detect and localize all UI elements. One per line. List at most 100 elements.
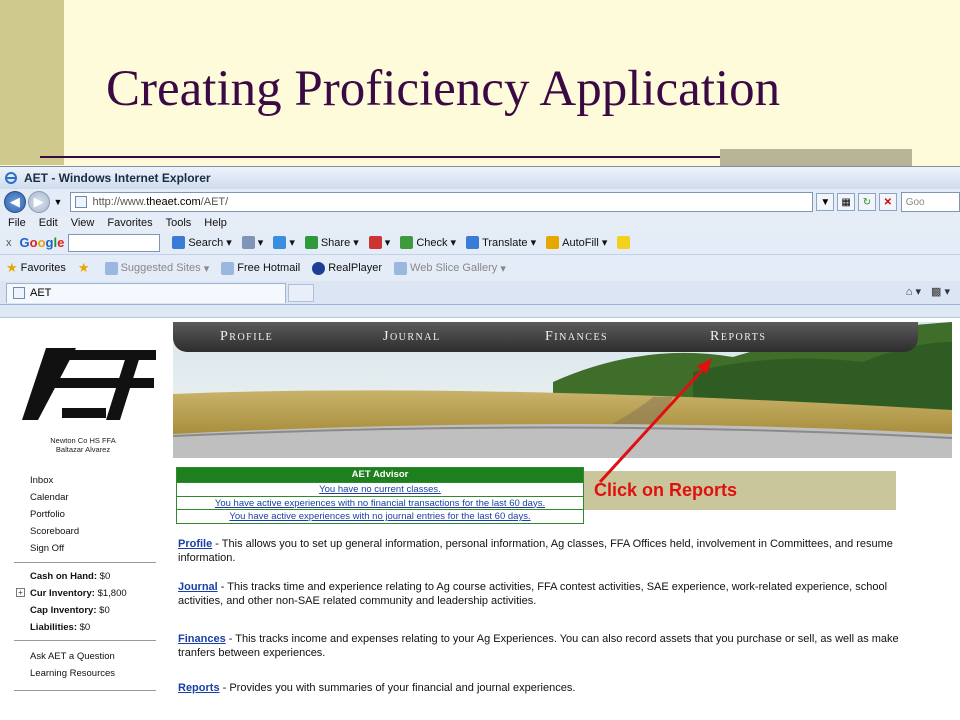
tab-journal[interactable]: Journal [383,329,441,345]
spellcheck-icon [400,236,414,249]
url-dropdown-button[interactable]: ▼ [816,193,835,211]
translate-icon [466,236,480,249]
description-journal: Journal - This tracks time and experienc… [178,581,888,607]
learning-resources-link[interactable]: Learning Resources [30,665,115,682]
finance-row[interactable]: Cur Inventory: $1,800 [30,585,127,602]
toolbar-options-button[interactable]: ▾ [241,236,263,249]
popup-blocker-button[interactable]: ▾ [368,236,390,249]
finance-row: Cap Inventory: $0 [30,605,110,616]
share-button[interactable]: Share ▾ [304,236,359,249]
finances-link[interactable]: Finances [178,633,226,645]
browser-content: Newton Co HS FFA Baltazar Alvarez Inbox … [0,317,960,720]
tab-bar: AET ⌂ ▾ ▩ ▾ [0,281,960,305]
share-icon [304,236,318,249]
google-logo: Google [19,235,65,250]
add-favorite-button[interactable]: ★ [78,260,93,276]
stop-button[interactable]: ✕ [878,193,897,211]
refresh-button[interactable]: ↻ [858,193,876,211]
advisor-link[interactable]: You have active experiences with no jour… [177,509,583,523]
advisor-link[interactable]: You have no current classes. [177,482,583,496]
highlight-button[interactable] [617,236,633,249]
ie-page-icon [394,261,408,275]
google-toolbar: x Google Search ▾ ▾ ▾ Share ▾ ▾ Check ▾ … [0,231,960,255]
menu-tools[interactable]: Tools [166,217,192,229]
ask-aet-link[interactable]: Ask AET a Question [30,648,115,665]
close-toolbar-icon[interactable]: x [6,237,12,249]
description-profile: Profile - This allows you to set up gene… [178,538,893,564]
ie-logo-icon [5,172,17,184]
left-sidebar: Newton Co HS FFA Baltazar Alvarez Inbox … [8,322,158,720]
sidebar-item-inbox[interactable]: Inbox [30,472,79,489]
back-button[interactable]: ◀ [4,191,26,213]
browser-search-input[interactable]: Goo [900,192,960,212]
autofill-button[interactable]: AutoFill ▾ [546,236,607,249]
favorites-button[interactable]: ★ Favorites [6,260,66,276]
expand-inventory-icon[interactable]: + [16,588,25,597]
sidebar-divider [14,562,156,563]
journal-link[interactable]: Journal [178,581,218,593]
popup-blocker-icon [368,236,382,249]
realplayer-link[interactable]: RealPlayer [312,261,382,275]
sidebar-divider [14,640,156,641]
web-slice-gallery-link[interactable]: Web Slice Gallery ▾ [394,261,506,275]
url-input[interactable]: http://www. theaet.com/AET/ [70,192,814,212]
search-icon [172,236,186,249]
reports-link[interactable]: Reports [178,682,220,694]
forward-button[interactable]: ▶ [27,191,50,213]
check-button[interactable]: Check ▾ [400,236,456,249]
new-tab-button[interactable] [288,283,314,302]
tab-aet[interactable]: AET [6,282,286,303]
menu-edit[interactable]: Edit [39,217,58,229]
student-name: Baltazar Alvarez [55,445,111,454]
home-icon[interactable]: ⌂ ▾ [906,285,921,298]
profile-link[interactable]: Profile [178,538,212,550]
page-options-icon [241,236,255,249]
menu-help[interactable]: Help [204,217,227,229]
sidebar-item-sign-off[interactable]: Sign Off [30,540,79,557]
slide-accent-band [0,0,64,165]
aet-logo[interactable] [16,338,156,428]
tab-reports[interactable]: Reports [710,329,766,345]
tab-finances[interactable]: Finances [545,329,608,345]
autofill-icon [546,236,560,249]
feeds-icon[interactable]: ▩ ▾ [931,285,950,298]
url-prefix: http://www. [92,196,147,208]
browser-window: AET - Windows Internet Explorer ◀ ▶ ▼ ht… [0,166,960,720]
page-icon [75,196,88,208]
finance-summary: Cash on Hand: $0 Cur Inventory: $1,800 C… [30,568,127,636]
sidebar-item-scoreboard[interactable]: Scoreboard [30,523,79,540]
menu-favorites[interactable]: Favorites [107,217,152,229]
url-domain: theaet.com [146,196,201,208]
description-finances: Finances - This tracks income and expens… [178,633,899,659]
history-dropdown-icon[interactable]: ▼ [54,197,63,207]
finance-row: Liabilities: $0 [30,622,91,633]
page-icon [13,287,25,299]
header-banner: Profile Journal Finances Reports [173,322,952,458]
menu-bar: File Edit View Favorites Tools Help [0,215,960,231]
main-tabs: Profile Journal Finances Reports [173,322,918,352]
compatibility-icon[interactable]: ▦ [837,193,856,211]
tab-profile[interactable]: Profile [220,329,273,345]
advisor-title: AET Advisor [177,468,583,482]
menu-view[interactable]: View [71,217,95,229]
aet-page: Newton Co HS FFA Baltazar Alvarez Inbox … [8,322,952,720]
url-path: /AET/ [200,196,229,208]
sidebar-divider [14,690,156,691]
free-hotmail-link[interactable]: Free Hotmail [221,261,300,275]
sidebar-nav: Inbox Calendar Portfolio Scoreboard Sign… [30,472,79,557]
menu-file[interactable]: File [8,217,26,229]
ie-page-icon [104,261,118,275]
address-bar: ◀ ▶ ▼ http://www. theaet.com/AET/ ▼ ▦ ↻ ✕… [0,189,960,215]
advisor-link[interactable]: You have active experiences with no fina… [177,495,583,510]
sidebar-item-calendar[interactable]: Calendar [30,489,79,506]
command-bar: ⌂ ▾ ▩ ▾ [906,285,950,298]
student-info: Newton Co HS FFA Baltazar Alvarez [8,436,158,454]
sidebar-item-portfolio[interactable]: Portfolio [30,506,79,523]
google-search-button[interactable]: Search ▾ [172,236,232,249]
suggested-sites-link[interactable]: Suggested Sites ▾ [104,261,209,275]
translate-button[interactable]: Translate ▾ [466,236,536,249]
toolbar-add-button[interactable]: ▾ [273,236,295,249]
window-title: AET - Windows Internet Explorer [24,171,211,185]
google-search-input[interactable] [68,233,161,252]
star-icon: ★ [6,260,18,275]
